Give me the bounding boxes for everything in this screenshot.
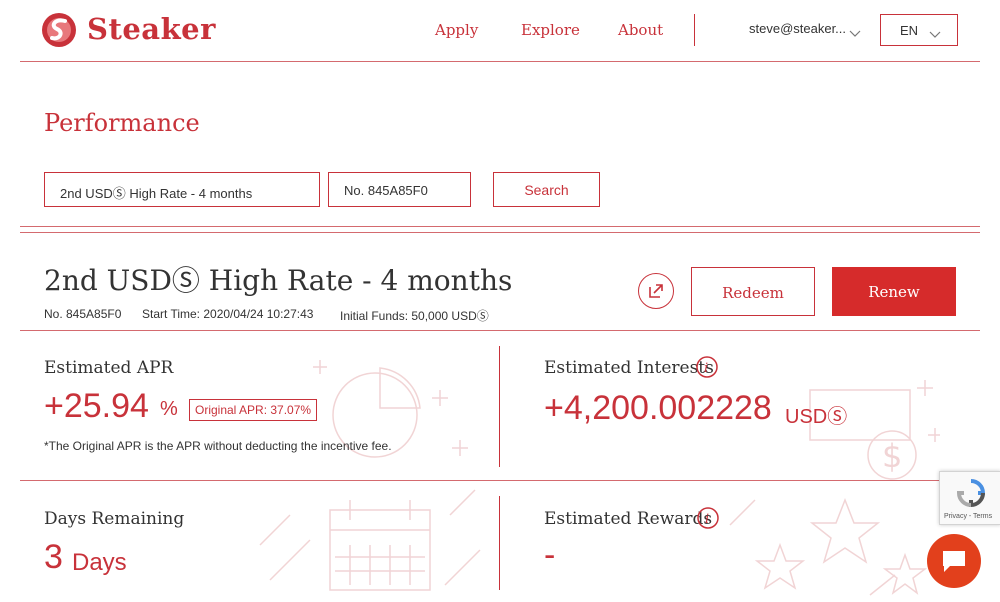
user-menu[interactable]: steve@steaker... [749, 21, 846, 36]
start-time: Start Time: 2020/04/24 10:27:43 [142, 307, 314, 321]
interests-unit: USDⓈ [785, 406, 848, 428]
chevron-down-icon [929, 26, 941, 44]
star-icon [729, 497, 928, 596]
renew-button[interactable]: Renew [832, 267, 956, 316]
interests-value: +4,200.002228 [544, 389, 772, 427]
original-apr-badge: Original APR: 37.07% [189, 399, 318, 421]
recaptcha-links[interactable]: Privacy - Terms [944, 513, 992, 520]
product-select[interactable]: 2nd USDⓈ High Rate - 4 months [44, 172, 320, 207]
logo-icon[interactable] [41, 12, 77, 48]
apr-note: *The Original APR is the APR without ded… [44, 439, 392, 453]
language-value: EN [900, 23, 919, 38]
initial-funds: Initial Funds: 50,000 USDⓈ [340, 309, 489, 323]
recaptcha-icon [956, 479, 986, 508]
section-divider [20, 330, 980, 331]
chevron-down-icon[interactable] [849, 25, 861, 43]
interests-label: Estimated Interests [544, 358, 714, 378]
nav-about[interactable]: About [618, 21, 663, 39]
apr-unit: % [160, 398, 178, 420]
header-divider [20, 61, 980, 62]
nav-apply[interactable]: Apply [435, 21, 478, 39]
apr-label: Estimated APR [44, 358, 174, 378]
svg-text:i: i [705, 512, 709, 527]
brand-name[interactable]: Steaker [87, 12, 216, 46]
svg-text:$: $ [882, 437, 902, 475]
section-divider [20, 480, 980, 481]
calendar-icon [259, 489, 481, 591]
days-unit: Days [72, 549, 127, 576]
column-divider [499, 496, 500, 590]
nav-divider [694, 14, 695, 46]
external-link-icon[interactable] [638, 273, 674, 309]
language-select[interactable]: EN [880, 14, 958, 46]
apr-value: +25.94 [44, 387, 149, 425]
search-button[interactable]: Search [493, 172, 600, 207]
chat-icon [943, 551, 965, 572]
section-divider [20, 232, 980, 233]
recaptcha-badge[interactable]: Privacy - Terms [939, 471, 1000, 525]
product-title: 2nd USDⓈ High Rate - 4 months [44, 264, 513, 297]
days-value: 3 [44, 538, 63, 576]
info-icon[interactable]: i [697, 507, 719, 529]
page-title: Performance [44, 109, 200, 137]
info-icon[interactable]: i [696, 356, 718, 378]
column-divider [499, 346, 500, 467]
svg-text:i: i [704, 361, 708, 376]
product-number: No. 845A85F0 [44, 307, 122, 321]
rewards-value: - [544, 536, 556, 574]
days-label: Days Remaining [44, 509, 185, 529]
nav-explore[interactable]: Explore [521, 21, 580, 39]
redeem-button[interactable]: Redeem [691, 267, 815, 316]
section-divider [20, 226, 980, 227]
chat-button[interactable] [927, 534, 981, 588]
rewards-label: Estimated Rewards [544, 509, 713, 529]
order-number-input[interactable]: No. 845A85F0 [328, 172, 471, 207]
